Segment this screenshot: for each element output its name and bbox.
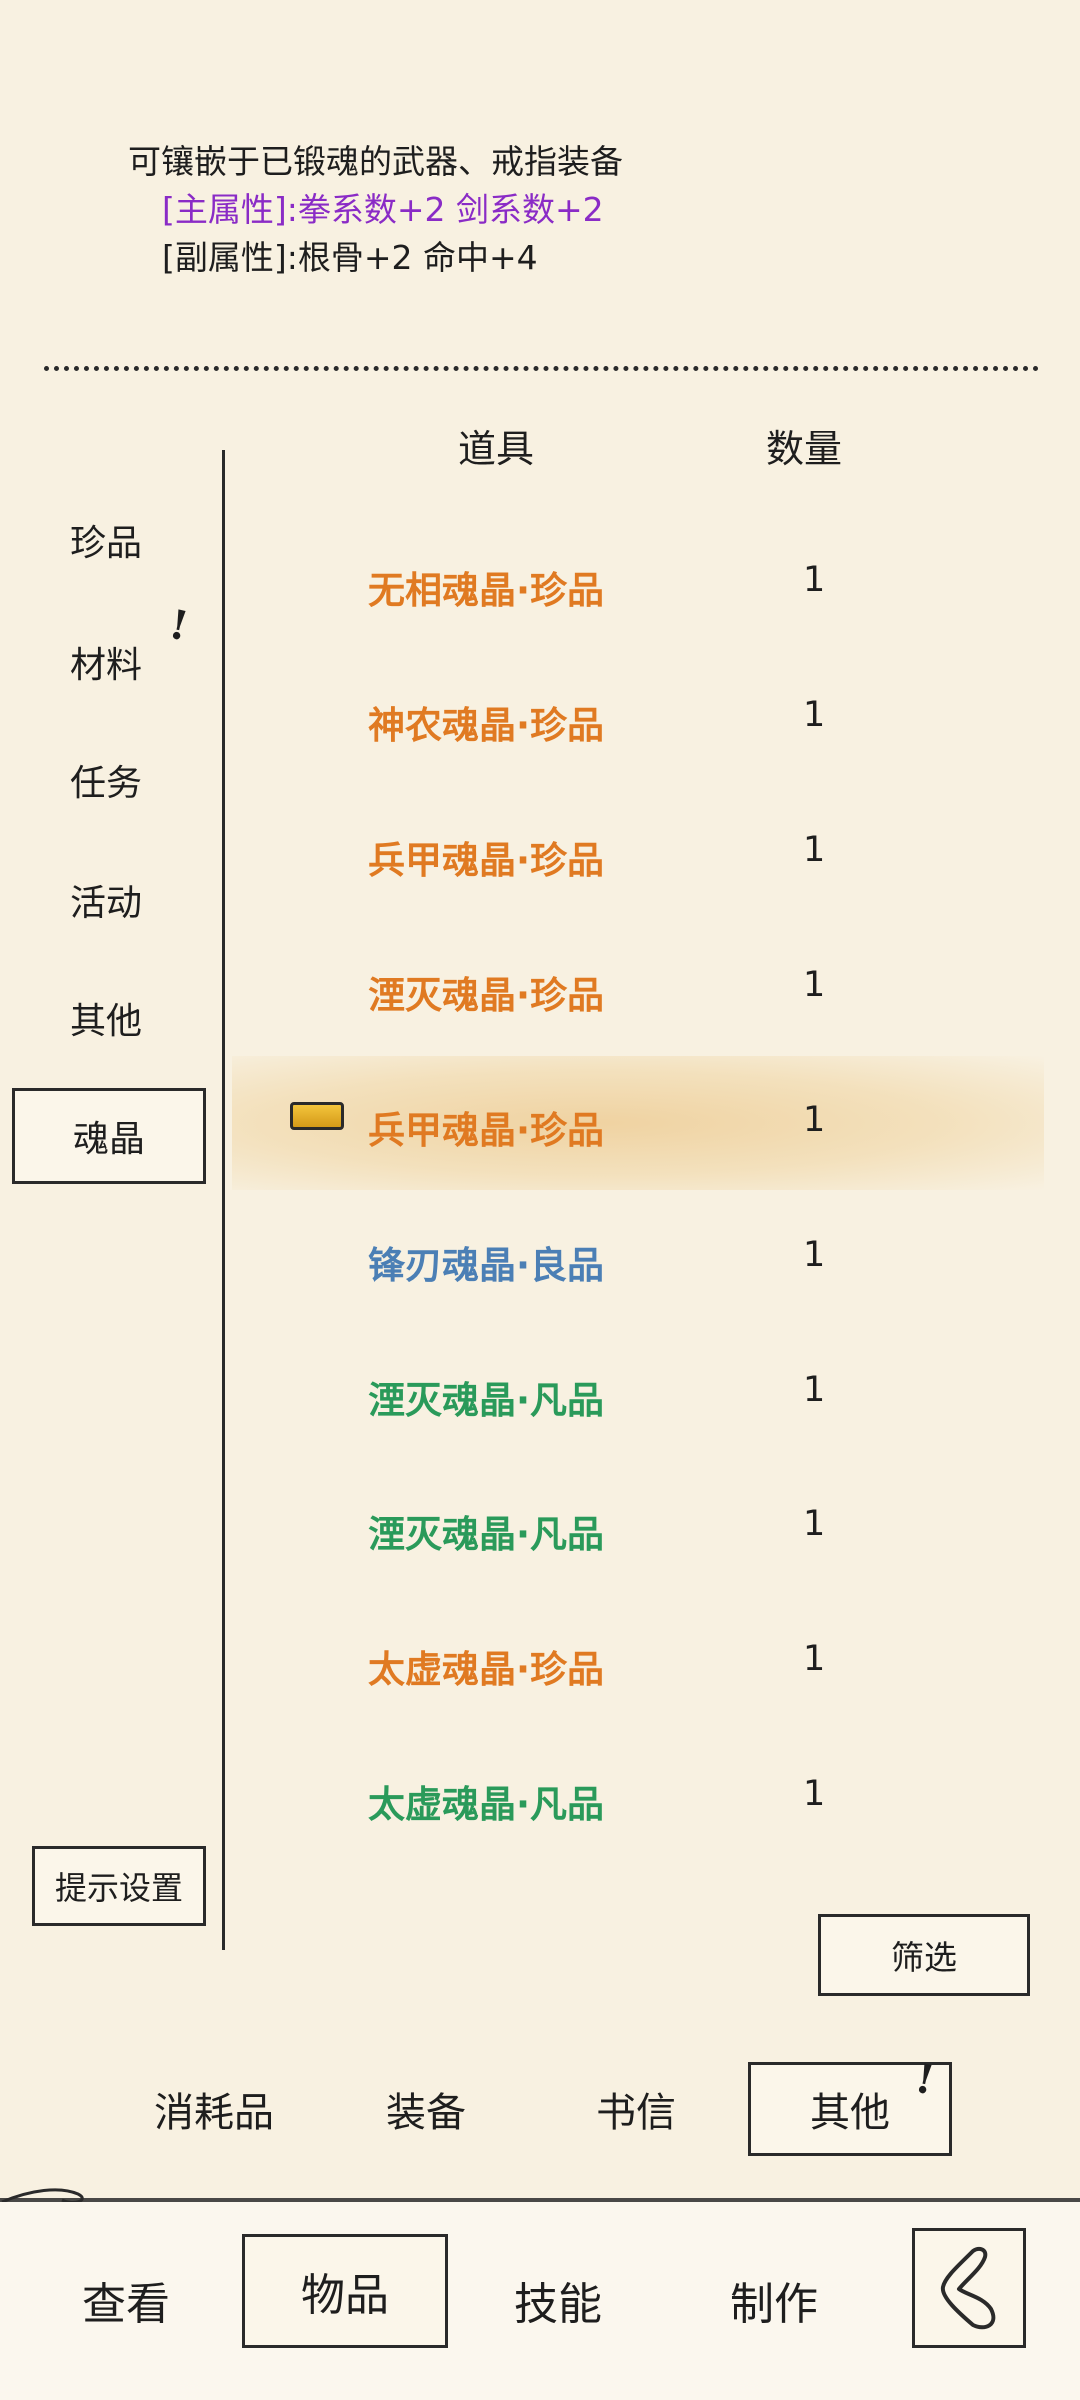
item-name: 锋刃魂晶·良品: [368, 1244, 605, 1287]
subtab-other-label: 其他: [810, 2090, 890, 2136]
item-description: 可镶嵌于已锻魂的武器、戒指装备: [128, 142, 623, 181]
equipped-badge-icon: [290, 1102, 344, 1130]
subtab-letters[interactable]: 书信: [596, 2080, 676, 2138]
item-name: 湮灭魂晶·凡品: [368, 1379, 605, 1422]
item-quantity: 1: [803, 1774, 826, 1814]
item-quantity: 1: [803, 560, 826, 600]
column-header-item: 道具: [458, 427, 535, 471]
item-name: 湮灭魂晶·珍品: [368, 974, 605, 1017]
divider: [44, 366, 1039, 371]
sub-attribute: [副属性]:根骨+2 命中+4: [162, 238, 538, 277]
item-row[interactable]: 兵甲魂晶·珍品 1: [240, 786, 1040, 920]
category-events[interactable]: 活动: [70, 874, 142, 926]
item-row[interactable]: 太虚魂晶·凡品 1: [240, 1730, 1040, 1864]
nav-view[interactable]: 查看: [82, 2268, 170, 2332]
item-row[interactable]: 无相魂晶·珍品 1: [240, 516, 1040, 650]
item-row[interactable]: 太虚魂晶·珍品 1: [240, 1595, 1040, 1729]
main-attribute: [主属性]:拳系数+2 剑系数+2: [162, 190, 604, 229]
item-name: 神农魂晶·珍品: [368, 704, 605, 747]
item-quantity: 1: [803, 1100, 826, 1140]
item-detail: 可镶嵌于已锻魂的武器、戒指装备 [主属性]:拳系数+2 剑系数+2 [副属性]:…: [128, 138, 623, 282]
item-row[interactable]: 湮灭魂晶·凡品 1: [240, 1326, 1040, 1460]
item-row[interactable]: 湮灭魂晶·珍品 1: [240, 921, 1040, 1055]
column-header-quantity: 数量: [766, 427, 843, 471]
category-rare[interactable]: 珍品: [70, 514, 142, 566]
category-other[interactable]: 其他: [70, 992, 142, 1044]
nav-items[interactable]: 物品: [242, 2234, 448, 2348]
nav-items-label: 物品: [301, 2270, 389, 2321]
nav-craft[interactable]: 制作: [730, 2268, 818, 2332]
item-name: 湮灭魂晶·凡品: [368, 1513, 605, 1556]
item-row[interactable]: 湮灭魂晶·凡品 1: [240, 1460, 1040, 1594]
item-quantity: 1: [803, 695, 826, 735]
sidebar-divider: [222, 450, 225, 1950]
category-quests[interactable]: 任务: [70, 754, 142, 806]
filter-label: 筛选: [891, 1938, 957, 1977]
hint-settings-button[interactable]: 提示设置: [32, 1846, 206, 1926]
item-quantity: 1: [803, 965, 826, 1005]
subtab-consumables[interactable]: 消耗品: [154, 2080, 274, 2138]
item-name: 无相魂晶·珍品: [368, 569, 605, 612]
item-name: 太虚魂晶·凡品: [368, 1783, 605, 1826]
item-row[interactable]: 锋刃魂晶·良品 1: [240, 1191, 1040, 1325]
subtab-equipment[interactable]: 装备: [386, 2080, 466, 2138]
hint-settings-label: 提示设置: [54, 1869, 183, 1907]
category-materials[interactable]: 材料: [70, 636, 142, 688]
category-soul-crystal-label: 魂晶: [72, 1119, 145, 1160]
item-name: 兵甲魂晶·珍品: [368, 1109, 605, 1152]
item-row[interactable]: 神农魂晶·珍品 1: [240, 651, 1040, 785]
back-arrow-icon: [940, 2247, 996, 2330]
item-quantity: 1: [803, 1235, 826, 1275]
item-row-selected[interactable]: 兵甲魂晶·珍品 1: [232, 1056, 1044, 1190]
nav-skills[interactable]: 技能: [514, 2268, 602, 2332]
filter-button[interactable]: 筛选: [818, 1914, 1030, 1996]
item-quantity: 1: [803, 1504, 826, 1544]
category-materials-alert-icon: !: [165, 600, 193, 651]
back-button[interactable]: [912, 2228, 1026, 2348]
item-quantity: 1: [803, 1370, 826, 1410]
item-name: 兵甲魂晶·珍品: [368, 839, 605, 882]
item-quantity: 1: [803, 1639, 826, 1679]
item-name: 太虚魂晶·珍品: [368, 1648, 605, 1691]
item-quantity: 1: [803, 830, 826, 870]
category-soul-crystal[interactable]: 魂晶: [12, 1088, 206, 1184]
